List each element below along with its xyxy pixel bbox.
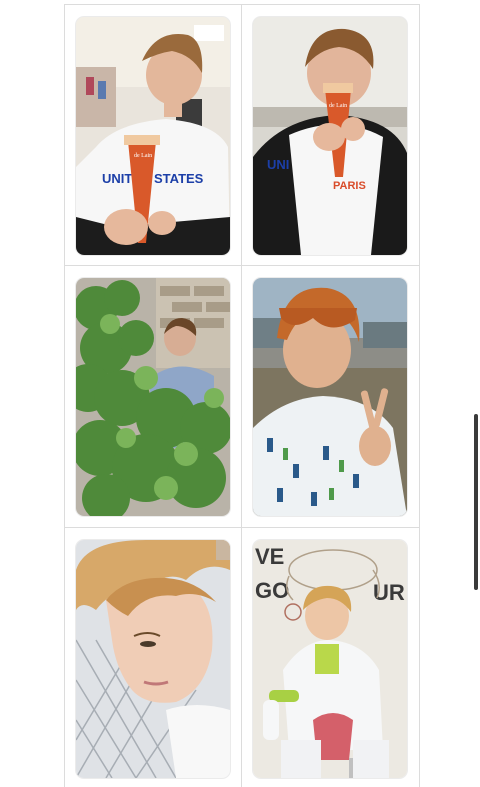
photocard-grid: UNITED STATES de Lain UNI PARIS de Lain … xyxy=(64,4,420,787)
photocard-2[interactable]: UNI PARIS de Lain xyxy=(253,17,407,255)
photo-boy-closeup-fence xyxy=(76,540,230,778)
shirt-text: UNITED STATES xyxy=(102,171,204,186)
mural-text-middle: GO xyxy=(255,578,289,603)
photo-boy-crepe-head-tilt: UNITED STATES de Lain xyxy=(76,17,230,255)
shirt-text: UNI xyxy=(267,157,289,172)
photocard-4[interactable] xyxy=(253,278,407,516)
photo-boy-crepe-eating: UNI PARIS de Lain xyxy=(253,17,407,255)
shirt-text-secondary: PARIS xyxy=(333,180,366,192)
grid-cell-5 xyxy=(64,528,242,787)
photocard-6[interactable]: VE GO UR xyxy=(253,540,407,778)
photo-boy-seated-chair-mural: VE GO UR xyxy=(253,540,407,778)
grid-cell-2: UNI PARIS de Lain xyxy=(242,4,420,266)
photocard-gallery-page: UNITED STATES de Lain UNI PARIS de Lain … xyxy=(0,0,480,787)
photocard-5[interactable] xyxy=(76,540,230,778)
grid-cell-3 xyxy=(64,266,242,528)
grid-cell-4 xyxy=(242,266,420,528)
photocard-3[interactable] xyxy=(76,278,230,516)
grid-cell-6: VE GO UR xyxy=(242,528,420,787)
grid-cell-1: UNITED STATES de Lain xyxy=(64,4,242,266)
photo-boy-behind-plants xyxy=(76,278,230,516)
photocard-1[interactable]: UNITED STATES de Lain xyxy=(76,17,230,255)
cone-text: de Lain xyxy=(329,103,347,109)
vertical-scrollbar[interactable] xyxy=(474,414,478,590)
cone-text: de Lain xyxy=(134,153,152,159)
photo-boy-peace-sign xyxy=(253,278,407,516)
mural-text-right: UR xyxy=(373,580,405,605)
mural-text-top: VE xyxy=(255,544,284,569)
